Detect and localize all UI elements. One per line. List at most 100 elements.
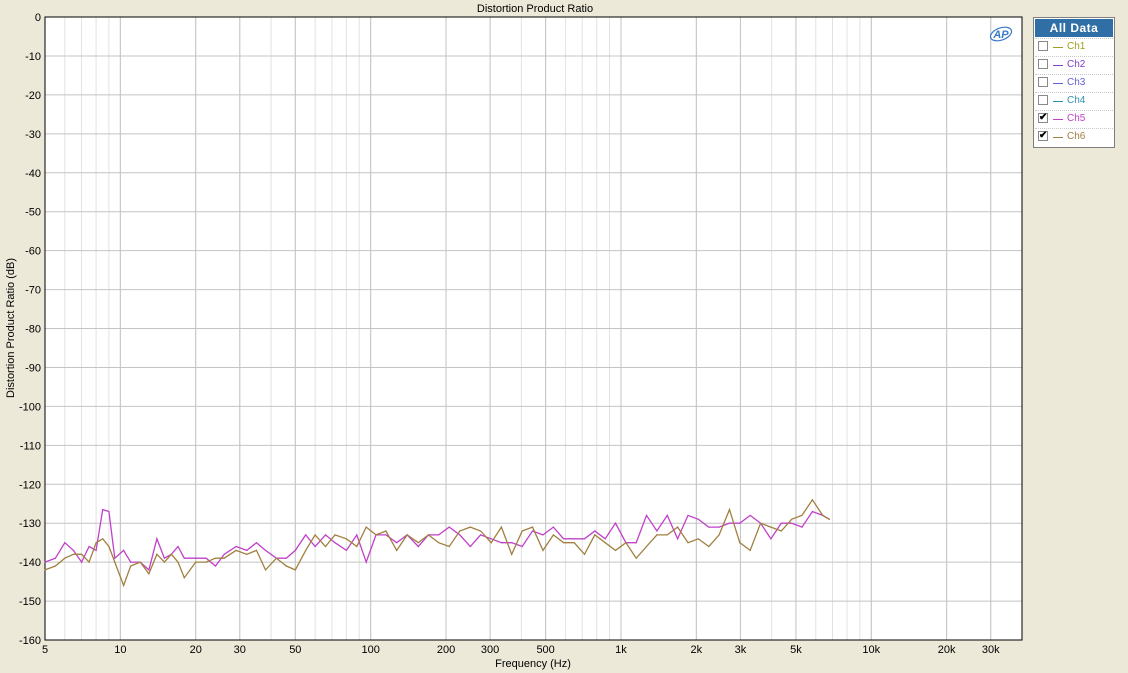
data-point (739, 522, 741, 524)
data-point (770, 526, 772, 528)
data-point (511, 553, 513, 555)
y-tick-label: -70 (25, 285, 41, 297)
data-point (195, 561, 197, 563)
data-point (490, 542, 492, 544)
legend-checkbox[interactable]: ✔ (1038, 131, 1048, 141)
data-point (139, 561, 141, 563)
data-point (95, 542, 97, 544)
x-tick-label: 300 (481, 644, 499, 656)
legend-swatch (1053, 119, 1063, 120)
data-point (780, 522, 782, 524)
data-point (44, 569, 46, 571)
data-point (64, 557, 66, 559)
y-tick-label: -10 (25, 51, 41, 63)
y-tick-label: -30 (25, 129, 41, 141)
data-point (123, 584, 125, 587)
data-point (264, 549, 267, 552)
data-point (396, 542, 398, 544)
x-tick-label: 30 (234, 644, 246, 656)
data-point (801, 514, 803, 517)
data-point (770, 538, 772, 540)
data-point (801, 526, 803, 528)
data-point (542, 534, 544, 536)
legend-header[interactable]: All Data (1035, 19, 1113, 37)
data-point (521, 545, 523, 548)
data-point (95, 549, 97, 552)
data-point (687, 542, 689, 544)
legend-item-ch5[interactable]: ✔ Ch5 (1038, 110, 1114, 128)
data-point (356, 545, 358, 548)
x-tick-label: 30k (982, 644, 1000, 656)
legend-item-ch6[interactable]: ✔ Ch6 (1038, 128, 1114, 146)
legend-checkbox[interactable] (1038, 59, 1048, 69)
data-point (365, 561, 367, 563)
y-tick-label: -90 (25, 362, 41, 374)
y-tick-label: -140 (19, 557, 41, 569)
y-axis-ticks: 0 -10 -20 -30 -40 -50 -60 -70 -80 -90 -100 -110 -120… (19, 12, 41, 647)
data-point (314, 534, 316, 536)
x-tick-label: 200 (437, 644, 455, 656)
data-point (148, 569, 150, 571)
legend-label: Ch1 (1067, 41, 1086, 52)
data-point (334, 542, 336, 544)
data-point (780, 530, 782, 532)
data-point (163, 561, 165, 563)
data-point (223, 553, 225, 555)
data-point (604, 538, 606, 540)
data-point (345, 538, 347, 540)
data-point (305, 549, 307, 552)
data-point (235, 549, 237, 552)
data-point (677, 526, 679, 528)
data-point (749, 549, 751, 552)
data-point (294, 569, 296, 571)
x-tick-label: 500 (536, 644, 554, 656)
logo-text: AP (992, 29, 1009, 41)
data-point (656, 530, 658, 532)
chart-title: Distortion Product Ratio (477, 3, 593, 15)
data-point (345, 549, 347, 552)
data-point (324, 545, 327, 548)
legend-panel: All Data Ch1 Ch2 Ch3 Ch4 ✔ Ch5 ✔ Ch6 (1033, 17, 1115, 148)
data-point (625, 542, 627, 544)
y-tick-label: 0 (35, 12, 41, 24)
x-tick-label: 1k (615, 644, 627, 656)
data-point (88, 561, 90, 563)
legend-swatch (1053, 101, 1063, 102)
legend-checkbox[interactable] (1038, 95, 1048, 105)
data-point (760, 522, 762, 524)
data-point (214, 557, 217, 559)
legend-checkbox[interactable] (1038, 41, 1048, 51)
data-point (500, 526, 502, 528)
data-point (448, 526, 450, 528)
data-point (438, 534, 440, 536)
data-point (102, 509, 104, 511)
data-point (697, 518, 700, 520)
legend-label: Ch4 (1067, 95, 1086, 106)
data-point (594, 534, 596, 536)
legend-item-ch4[interactable]: Ch4 (1038, 92, 1114, 110)
data-point (156, 538, 158, 540)
legend-item-ch2[interactable]: Ch2 (1038, 56, 1114, 74)
data-point (739, 542, 741, 544)
data-point (130, 561, 132, 563)
data-point (811, 510, 814, 513)
data-point (718, 534, 720, 536)
data-point (718, 526, 720, 528)
legend-checkbox[interactable]: ✔ (1038, 113, 1048, 123)
legend-checkbox[interactable] (1038, 77, 1048, 87)
data-point (552, 534, 555, 536)
data-point (114, 561, 116, 563)
data-point (246, 549, 248, 552)
data-point (365, 526, 367, 528)
legend-item-ch3[interactable]: Ch3 (1038, 74, 1114, 92)
data-point (552, 526, 555, 528)
data-point (645, 514, 648, 517)
data-point (385, 534, 387, 536)
data-point (183, 577, 185, 579)
data-point (438, 542, 440, 544)
data-point (54, 557, 57, 559)
data-point (183, 557, 185, 559)
data-point (614, 549, 617, 552)
data-point (531, 526, 534, 528)
legend-item-ch1[interactable]: Ch1 (1038, 38, 1114, 56)
